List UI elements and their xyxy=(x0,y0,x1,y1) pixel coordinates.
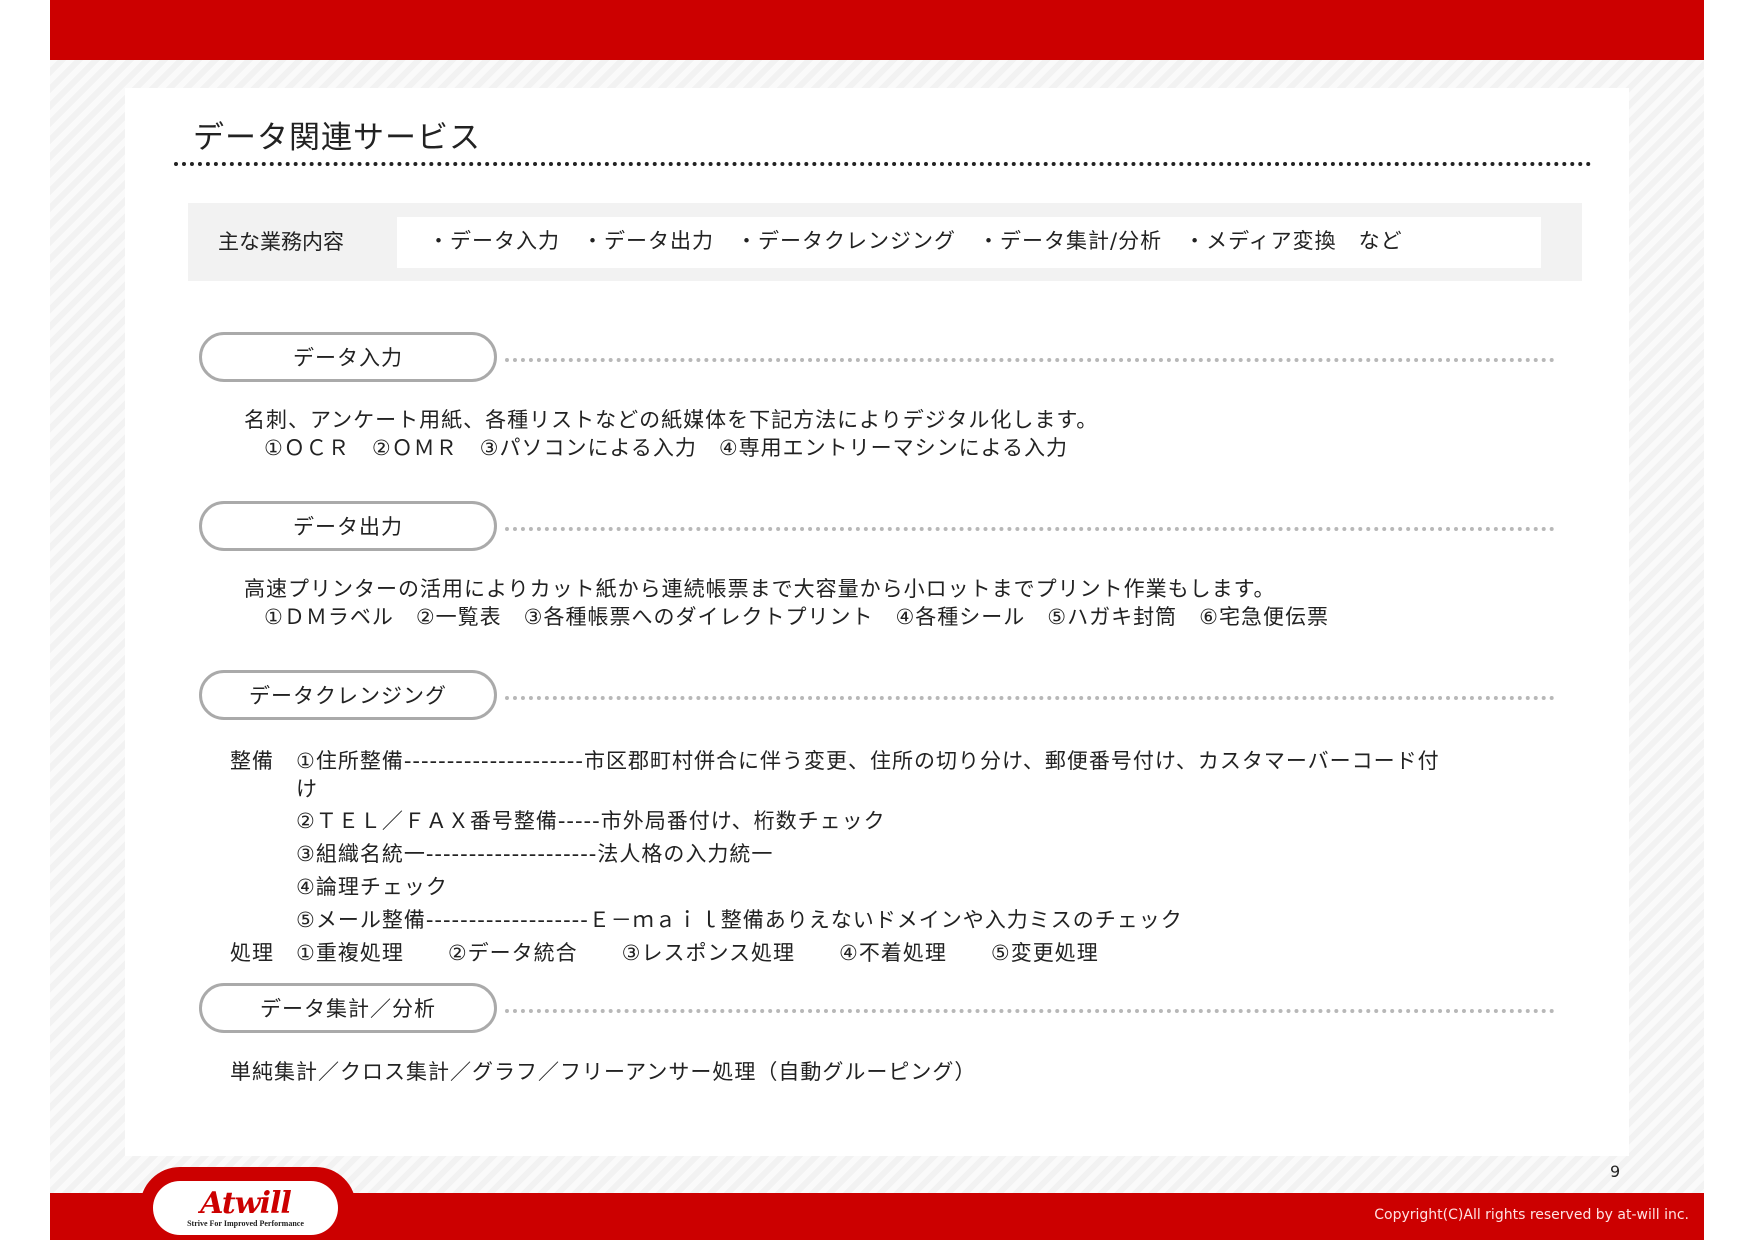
section-divider xyxy=(505,1009,1555,1013)
cleansing-item-address-wrap: け xyxy=(296,777,318,801)
page-title: データ関連サービス xyxy=(193,120,481,156)
cleansing-item-tel-fax: ②ＴＥＬ／ＦＡＸ番号整備-----市外局番付け、桁数チェック xyxy=(296,809,886,833)
data-input-description: 名刺、アンケート用紙、各種リストなどの紙媒体を下記方法によりデジタル化します。 xyxy=(244,408,1099,432)
cleansing-process-list: ①重複処理 ②データ統合 ③レスポンス処理 ④不着処理 ⑤変更処理 xyxy=(296,941,1099,965)
summary-label: 主な業務内容 xyxy=(218,230,344,254)
section-heading-data-cleansing: データクレンジング xyxy=(199,670,497,720)
summary-items: ・データ入力 ・データ出力 ・データクレンジング ・データ集計/分析 ・メディア… xyxy=(428,229,1403,253)
cleansing-item-org-name: ③組織名統一--------------------法人格の入力統一 xyxy=(296,842,774,866)
data-output-items: ①ＤＭラベル ②一覧表 ③各種帳票へのダイレクトプリント ④各種シール ⑤ハガキ… xyxy=(264,605,1329,629)
section-divider xyxy=(505,527,1555,531)
data-analysis-description: 単純集計／クロス集計／グラフ／フリーアンサー処理（自動グルーピング） xyxy=(230,1060,977,1084)
company-logo: Atwill Strive For Improved Performance xyxy=(153,1181,338,1235)
data-output-description: 高速プリンターの活用によりカット紙から連続帳票まで大容量から小ロットまでプリント… xyxy=(244,577,1276,601)
section-heading-data-input: データ入力 xyxy=(199,332,497,382)
section-heading-data-output: データ出力 xyxy=(199,501,497,551)
logo-tagline: Strive For Improved Performance xyxy=(187,1218,304,1228)
title-divider xyxy=(174,162,1592,166)
cleansing-item-email: ⑤メール整備-------------------Ｅ－ｍａｉｌ整備ありえないドメ… xyxy=(296,908,1183,932)
page-number: 9 xyxy=(1610,1162,1621,1181)
section-divider xyxy=(505,696,1555,700)
cleansing-item-address: ①住所整備---------------------市区郡町村併合に伴う変更、住… xyxy=(296,749,1440,773)
copyright-notice: Copyright(C)All rights reserved by at-wi… xyxy=(1374,1207,1689,1223)
section-heading-data-analysis: データ集計／分析 xyxy=(199,983,497,1033)
cleansing-item-logic-check: ④論理チェック xyxy=(296,875,448,899)
section-divider xyxy=(505,358,1555,362)
logo-wordmark: Atwill xyxy=(200,1185,292,1221)
cleansing-label-seibi: 整備 xyxy=(230,749,274,773)
cleansing-label-shori: 処理 xyxy=(230,941,274,965)
top-banner xyxy=(50,0,1704,60)
data-input-methods: ①ＯＣＲ ②ＯＭＲ ③パソコンによる入力 ④専用エントリーマシンによる入力 xyxy=(264,436,1069,460)
